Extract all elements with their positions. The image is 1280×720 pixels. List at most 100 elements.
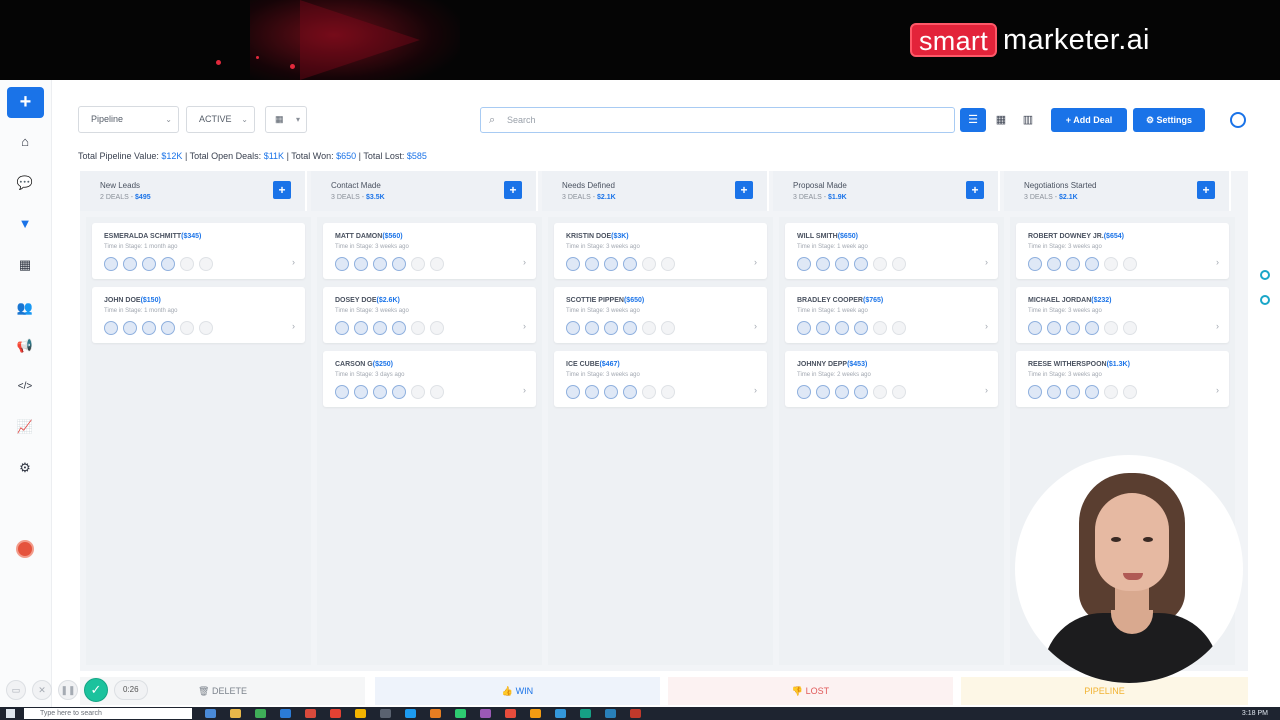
pipeline-select[interactable]: Pipeline ⌄ — [78, 106, 179, 133]
deal-action-icon[interactable] — [623, 321, 637, 335]
avatar[interactable] — [16, 540, 34, 558]
deal-action-icon[interactable] — [623, 257, 637, 271]
taskbar-app-icon[interactable] — [330, 709, 341, 718]
deal-action-icon[interactable] — [623, 385, 637, 399]
lost-drop-zone[interactable]: 👎 LOST — [668, 677, 953, 705]
chart-view-button[interactable]: ▥ — [1015, 108, 1041, 132]
deal-card[interactable]: JOHN DOE($150) Time in Stage: 1 month ago… — [92, 287, 305, 343]
chart-icon[interactable]: 📈 — [13, 417, 37, 437]
taskbar-app-icon[interactable] — [630, 709, 641, 718]
deal-action-icon[interactable] — [873, 321, 887, 335]
deal-action-icon[interactable] — [873, 385, 887, 399]
deal-action-icon[interactable] — [373, 321, 387, 335]
deal-action-icon[interactable] — [1104, 257, 1118, 271]
win-drop-zone[interactable]: 👍 WIN — [375, 677, 660, 705]
deal-action-icon[interactable] — [1066, 321, 1080, 335]
taskbar-search[interactable]: Type here to search — [24, 708, 192, 719]
deal-action-icon[interactable] — [354, 257, 368, 271]
deal-action-icon[interactable] — [430, 385, 444, 399]
deal-action-icon[interactable] — [199, 321, 213, 335]
deal-action-icon[interactable] — [161, 257, 175, 271]
deal-action-icon[interactable] — [142, 321, 156, 335]
taskbar-app-icon[interactable] — [480, 709, 491, 718]
deal-card[interactable]: DOSEY DOE($2.6K) Time in Stage: 3 weeks a… — [323, 287, 536, 343]
deal-action-icon[interactable] — [566, 257, 580, 271]
pause-icon[interactable]: ❚❚ — [58, 680, 78, 700]
deal-card[interactable]: MATT DAMON($560) Time in Stage: 3 weeks a… — [323, 223, 536, 279]
deal-action-icon[interactable] — [892, 321, 906, 335]
deal-action-icon[interactable] — [373, 385, 387, 399]
deal-action-icon[interactable] — [354, 321, 368, 335]
add-deal-to-column-button[interactable]: + — [273, 181, 291, 199]
deal-action-icon[interactable] — [1047, 257, 1061, 271]
chevron-right-icon[interactable]: › — [754, 321, 757, 331]
deal-action-icon[interactable] — [661, 385, 675, 399]
settings-button[interactable]: ⚙ Settings — [1133, 108, 1205, 132]
add-deal-to-column-button[interactable]: + — [966, 181, 984, 199]
deal-action-icon[interactable] — [892, 385, 906, 399]
search-input[interactable]: ⌕ Search — [480, 107, 955, 133]
taskbar-app-icon[interactable] — [530, 709, 541, 718]
chevron-right-icon[interactable]: › — [292, 257, 295, 267]
options-icon[interactable] — [1230, 112, 1246, 128]
deal-action-icon[interactable] — [816, 257, 830, 271]
taskbar-app-icon[interactable] — [430, 709, 441, 718]
deal-card[interactable]: SCOTTIE PIPPEN($650) Time in Stage: 3 wee… — [554, 287, 767, 343]
deal-action-icon[interactable] — [1085, 257, 1099, 271]
list-view-button[interactable]: ☰ — [960, 108, 986, 132]
deal-action-icon[interactable] — [585, 257, 599, 271]
deal-action-icon[interactable] — [1123, 257, 1137, 271]
taskbar-app-icon[interactable] — [405, 709, 416, 718]
deal-action-icon[interactable] — [161, 321, 175, 335]
deal-action-icon[interactable] — [1066, 385, 1080, 399]
deal-card[interactable]: KRISTIN DOE($3K) Time in Stage: 3 weeks a… — [554, 223, 767, 279]
deal-action-icon[interactable] — [104, 321, 118, 335]
chevron-right-icon[interactable]: › — [1216, 385, 1219, 395]
chevron-right-icon[interactable]: › — [292, 321, 295, 331]
deal-action-icon[interactable] — [180, 257, 194, 271]
deal-action-icon[interactable] — [1047, 321, 1061, 335]
deal-action-icon[interactable] — [1085, 385, 1099, 399]
deal-action-icon[interactable] — [642, 385, 656, 399]
deal-action-icon[interactable] — [104, 257, 118, 271]
deal-action-icon[interactable] — [835, 321, 849, 335]
deal-action-icon[interactable] — [892, 257, 906, 271]
deal-card[interactable]: ICE CUBE($467) Time in Stage: 3 weeks ago… — [554, 351, 767, 407]
deal-action-icon[interactable] — [797, 385, 811, 399]
taskbar-app-icon[interactable] — [230, 709, 241, 718]
deal-action-icon[interactable] — [604, 257, 618, 271]
deal-action-icon[interactable] — [854, 385, 868, 399]
deal-action-icon[interactable] — [585, 385, 599, 399]
users-icon[interactable]: 👥 — [13, 298, 37, 318]
taskbar-app-icon[interactable] — [305, 709, 316, 718]
camera-icon[interactable]: ▭ — [6, 680, 26, 700]
deal-card[interactable]: WILL SMITH($650) Time in Stage: 1 week ag… — [785, 223, 998, 279]
deal-action-icon[interactable] — [835, 257, 849, 271]
deal-action-icon[interactable] — [642, 321, 656, 335]
add-deal-to-column-button[interactable]: + — [735, 181, 753, 199]
chat-icon[interactable]: 💬 — [13, 173, 37, 193]
deal-action-icon[interactable] — [392, 257, 406, 271]
deal-action-icon[interactable] — [1028, 385, 1042, 399]
chevron-right-icon[interactable]: › — [523, 321, 526, 331]
add-deal-to-column-button[interactable]: + — [1197, 181, 1215, 199]
deal-card[interactable]: ESMERALDA SCHMITT($345) Time in Stage: 1 … — [92, 223, 305, 279]
deal-action-icon[interactable] — [430, 257, 444, 271]
taskbar-app-icon[interactable] — [580, 709, 591, 718]
checkmark-icon[interactable]: ✓ — [84, 678, 108, 702]
taskbar-app-icon[interactable] — [280, 709, 291, 718]
chevron-right-icon[interactable]: › — [523, 257, 526, 267]
deal-action-icon[interactable] — [430, 321, 444, 335]
deal-action-icon[interactable] — [335, 321, 349, 335]
deal-action-icon[interactable] — [1104, 321, 1118, 335]
deal-action-icon[interactable] — [411, 321, 425, 335]
deal-action-icon[interactable] — [1104, 385, 1118, 399]
deal-action-icon[interactable] — [585, 321, 599, 335]
code-icon[interactable]: </> — [13, 377, 37, 397]
taskbar-app-icon[interactable] — [505, 709, 516, 718]
deal-action-icon[interactable] — [1028, 321, 1042, 335]
deal-action-icon[interactable] — [835, 385, 849, 399]
deal-action-icon[interactable] — [797, 321, 811, 335]
deal-card[interactable]: JOHNNY DEPP($453) Time in Stage: 2 weeks … — [785, 351, 998, 407]
deal-action-icon[interactable] — [123, 257, 137, 271]
